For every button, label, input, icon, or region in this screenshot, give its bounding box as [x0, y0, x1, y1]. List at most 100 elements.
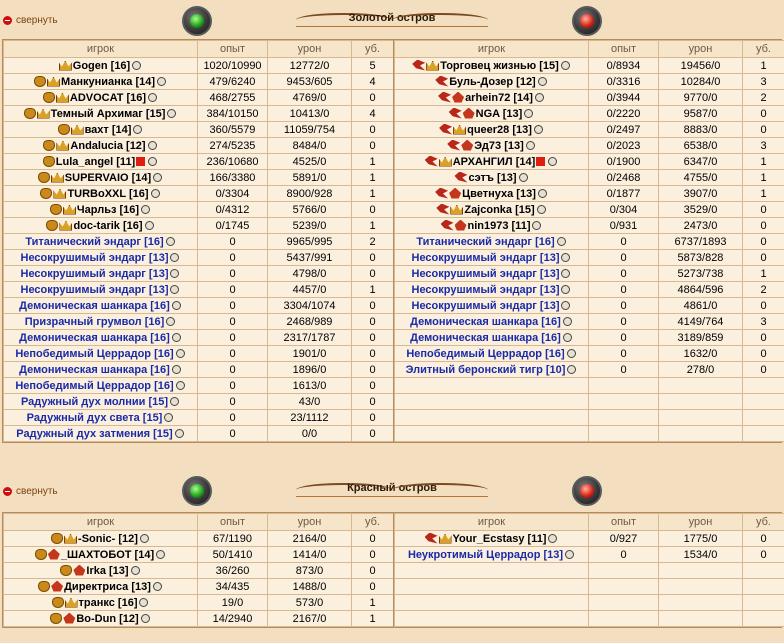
player-name[interactable]: Радужный дух молнии [15]	[21, 396, 168, 408]
info-icon[interactable]	[152, 581, 162, 591]
info-icon[interactable]	[170, 396, 180, 406]
info-icon[interactable]	[536, 204, 546, 214]
player-name[interactable]: Irka [13]	[86, 565, 128, 577]
info-icon[interactable]	[153, 172, 163, 182]
player-name[interactable]: Неукротимый Церрадор [13]	[408, 549, 563, 561]
info-icon[interactable]	[170, 268, 180, 278]
info-icon[interactable]	[175, 348, 185, 358]
player-name[interactable]: Директриса [13]	[64, 581, 151, 593]
info-icon[interactable]	[150, 188, 160, 198]
player-name[interactable]: arhein72 [14]	[465, 92, 533, 104]
info-icon[interactable]	[147, 140, 157, 150]
player-name[interactable]: nin1973 [11]	[468, 220, 531, 232]
player-name[interactable]: Несокрушимый эндарг [13]	[412, 252, 560, 264]
info-icon[interactable]	[166, 316, 176, 326]
player-name[interactable]: АРХАНГИЛ [14]	[453, 156, 536, 168]
info-icon[interactable]	[174, 428, 184, 438]
info-icon[interactable]	[534, 92, 544, 102]
info-icon[interactable]	[148, 156, 158, 166]
info-icon[interactable]	[548, 156, 558, 166]
player-name[interactable]: Непобедимый Церрадор [16]	[15, 380, 173, 392]
player-name[interactable]: Демоническая шанкара [16]	[410, 332, 561, 344]
info-icon[interactable]	[548, 533, 558, 543]
player-name[interactable]: Lula_angel [11]	[56, 156, 135, 168]
player-name[interactable]: Несокрушимый эндарг [13]	[21, 268, 169, 280]
player-name[interactable]: транкс [16]	[79, 597, 138, 609]
info-icon[interactable]	[167, 108, 177, 118]
info-icon[interactable]	[537, 188, 547, 198]
player-name[interactable]: Демоническая шанкара [16]	[410, 316, 561, 328]
player-name[interactable]: Радужный дух затмения [15]	[16, 428, 172, 440]
player-name[interactable]: Несокрушимый эндарг [13]	[21, 252, 169, 264]
info-icon[interactable]	[139, 597, 149, 607]
info-icon[interactable]	[561, 300, 571, 310]
info-icon[interactable]	[171, 300, 181, 310]
info-icon[interactable]	[156, 549, 166, 559]
info-icon[interactable]	[170, 252, 180, 262]
player-name[interactable]: NGA [13]	[476, 108, 523, 120]
player-name[interactable]: Gogen [16]	[73, 60, 130, 72]
player-name[interactable]: Непобедимый Церрадор [16]	[15, 348, 173, 360]
player-name[interactable]: Цветнуха [13]	[462, 188, 536, 200]
info-icon[interactable]	[144, 220, 154, 230]
info-icon[interactable]	[537, 76, 547, 86]
player-name[interactable]: Your_Ecstasy [11]	[453, 533, 547, 545]
info-icon[interactable]	[525, 140, 535, 150]
info-icon[interactable]	[524, 108, 534, 118]
player-name[interactable]: Элитный беронский тигр [10]	[406, 364, 566, 376]
player-name[interactable]: _ШАХТОБОТ [14]	[61, 549, 154, 561]
player-name[interactable]: Несокрушимый эндарг [13]	[412, 284, 560, 296]
info-icon[interactable]	[566, 348, 576, 358]
info-icon[interactable]	[139, 533, 149, 543]
player-name[interactable]: Демоническая шанкара [16]	[19, 300, 170, 312]
player-name[interactable]: doc-tarik [16]	[73, 220, 142, 232]
player-name[interactable]: Непобедимый Церрадор [16]	[406, 348, 564, 360]
info-icon[interactable]	[562, 316, 572, 326]
player-name[interactable]: Радужный дух света [15]	[27, 412, 163, 424]
player-name[interactable]: Темный Архимаг [15]	[51, 108, 166, 120]
player-name[interactable]: Несокрушимый эндарг [13]	[412, 268, 560, 280]
player-name[interactable]: Несокрушимый эндарг [13]	[21, 284, 169, 296]
player-name[interactable]: сэтъ [13]	[468, 172, 516, 184]
info-icon[interactable]	[141, 204, 151, 214]
info-icon[interactable]	[175, 380, 185, 390]
info-icon[interactable]	[170, 284, 180, 294]
info-icon[interactable]	[567, 364, 577, 374]
info-icon[interactable]	[560, 60, 570, 70]
info-icon[interactable]	[565, 549, 575, 559]
info-icon[interactable]	[561, 284, 571, 294]
info-icon[interactable]	[133, 124, 143, 134]
player-name[interactable]: вахт [14]	[85, 124, 132, 136]
player-name[interactable]: Титанический эндарг [16]	[25, 236, 163, 248]
info-icon[interactable]	[518, 172, 528, 182]
info-icon[interactable]	[561, 252, 571, 262]
player-name[interactable]: Чарльз [16]	[77, 204, 139, 216]
info-icon[interactable]	[561, 268, 571, 278]
player-name[interactable]: SUPERVAIO [14]	[65, 172, 151, 184]
player-name[interactable]: TURBoXXL [16]	[67, 188, 148, 200]
player-name[interactable]: Демоническая шанкара [16]	[19, 364, 170, 376]
info-icon[interactable]	[140, 613, 150, 623]
player-name[interactable]: Призрачный грумвол [16]	[25, 316, 165, 328]
info-icon[interactable]	[148, 92, 158, 102]
info-icon[interactable]	[556, 236, 566, 246]
player-name[interactable]: -Sonic- [12]	[78, 533, 138, 545]
player-name[interactable]: Титанический эндарг [16]	[416, 236, 554, 248]
player-name[interactable]: Демоническая шанкара [16]	[19, 332, 170, 344]
player-name[interactable]: Zajconka [15]	[464, 204, 534, 216]
info-icon[interactable]	[171, 332, 181, 342]
player-name[interactable]: Манкунианка [14]	[61, 76, 155, 88]
player-name[interactable]: Буль-Дозер [12]	[449, 76, 535, 88]
info-icon[interactable]	[171, 364, 181, 374]
info-icon[interactable]	[132, 60, 142, 70]
player-name[interactable]: Эд73 [13]	[474, 140, 524, 152]
player-name[interactable]: Andalucia [12]	[70, 140, 145, 152]
player-name[interactable]: Несокрушимый эндарг [13]	[412, 300, 560, 312]
info-icon[interactable]	[157, 76, 167, 86]
info-icon[interactable]	[533, 124, 543, 134]
player-name[interactable]: Bo-Dun [12]	[76, 613, 138, 625]
player-name[interactable]: Торговец жизнью [15]	[440, 60, 559, 72]
info-icon[interactable]	[532, 220, 542, 230]
info-icon[interactable]	[130, 565, 140, 575]
info-icon[interactable]	[164, 412, 174, 422]
